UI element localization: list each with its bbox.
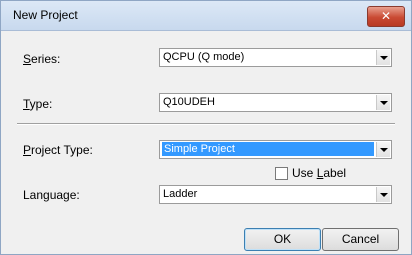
close-icon: ✕ xyxy=(380,9,392,23)
project-type-label: Project Type: xyxy=(23,143,93,157)
chevron-down-icon[interactable] xyxy=(376,187,390,202)
type-select[interactable]: Q10UDEH xyxy=(159,93,392,112)
series-label: Series: xyxy=(23,52,61,66)
chevron-down-icon[interactable] xyxy=(376,50,390,65)
cancel-button[interactable]: Cancel xyxy=(322,228,399,251)
dialog-title: New Project xyxy=(13,8,78,22)
project-type-value: Simple Project xyxy=(162,142,374,156)
series-select[interactable]: QCPU (Q mode) xyxy=(159,48,392,67)
series-value: QCPU (Q mode) xyxy=(163,51,245,63)
new-project-dialog: New Project ✕ Series: QCPU (Q mode) Type… xyxy=(0,0,412,255)
close-button[interactable]: ✕ xyxy=(367,6,405,27)
use-label-checkbox[interactable] xyxy=(275,167,288,180)
ok-button[interactable]: OK xyxy=(244,228,321,251)
type-label: Type: xyxy=(23,97,53,111)
type-value: Q10UDEH xyxy=(163,96,215,108)
use-label-text[interactable]: Use Label xyxy=(292,166,346,180)
chevron-down-icon[interactable] xyxy=(376,95,390,110)
chevron-down-icon[interactable] xyxy=(376,142,390,157)
language-label: Language: xyxy=(23,188,80,202)
project-type-select[interactable]: Simple Project xyxy=(159,140,392,159)
language-select[interactable]: Ladder xyxy=(159,185,392,204)
title-bar: New Project ✕ xyxy=(1,1,411,31)
divider xyxy=(17,123,395,125)
language-value: Ladder xyxy=(163,188,198,200)
